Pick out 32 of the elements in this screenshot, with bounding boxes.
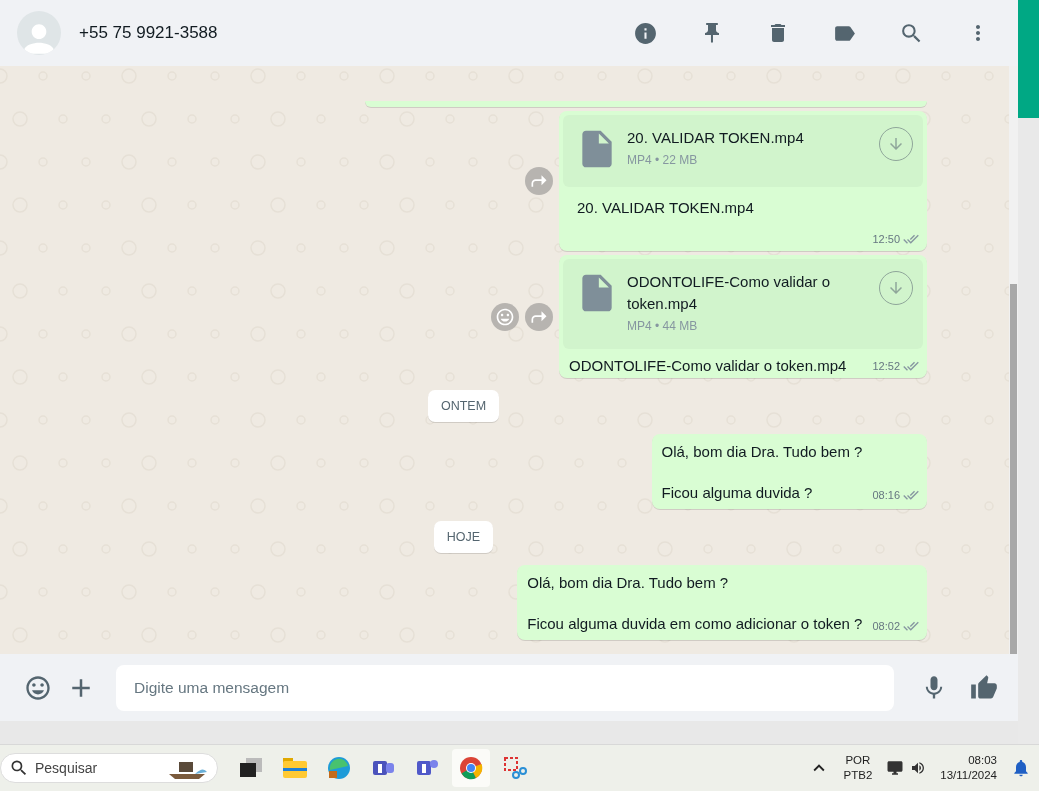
- file-meta: MP4 • 44 MB: [627, 319, 699, 334]
- monitor-icon[interactable]: [886, 759, 905, 778]
- file-meta: MP4 • 22 MB: [627, 153, 699, 168]
- clock-date[interactable]: 13/11/2024: [940, 768, 997, 784]
- contact-name: +55 75 9921-3588: [79, 23, 219, 43]
- message-time: 08:16: [872, 489, 900, 502]
- chrome-browser-icon[interactable]: [452, 749, 490, 788]
- file-name: 20. VALIDAR TOKEN.mp4: [627, 128, 805, 149]
- clock-time[interactable]: 08:03: [968, 753, 997, 769]
- scrollbar-thumb[interactable]: [1010, 284, 1017, 655]
- message-time: 12:52: [872, 360, 900, 373]
- language-indicator[interactable]: POR: [845, 753, 871, 769]
- taskbar-search-field[interactable]: Pesquisar: [0, 753, 218, 784]
- notification-bell-icon[interactable]: [1011, 758, 1031, 779]
- file-attachment-card[interactable]: ODONTOLIFE-Como validar o token.mp4 MP4 • 44 MB: [563, 259, 923, 350]
- message-text: Ficou alguma duvida ?: [661, 483, 814, 504]
- info-icon[interactable]: [633, 20, 658, 46]
- message-text: Olá, bom dia Dra. Tudo bem ?: [661, 442, 863, 463]
- thumbs-up-icon[interactable]: [970, 673, 998, 702]
- file-attachment-card[interactable]: 20. VALIDAR TOKEN.mp4 MP4 • 22 MB: [563, 115, 923, 188]
- message-time: 12:50: [872, 233, 900, 246]
- file-name: ODONTOLIFE-Como validar o token.mp4: [627, 272, 832, 315]
- message-input-field[interactable]: Digite uma mensagem: [116, 664, 894, 711]
- message-text: Olá, bom dia Dra. Tudo bem ?: [527, 573, 730, 594]
- smiley-icon: [495, 306, 515, 327]
- message-text: ODONTOLIFE-Como validar o token.mp4: [569, 357, 847, 375]
- emoji-icon[interactable]: [24, 673, 52, 702]
- message-text: Ficou alguma duvida em como adicionar o token ?: [527, 614, 863, 635]
- message-text: 20. VALIDAR TOKEN.mp4: [577, 199, 754, 217]
- speaker-icon[interactable]: [910, 760, 927, 777]
- keyboard-layout[interactable]: PTB2: [843, 768, 873, 784]
- message-time: 08:02: [872, 620, 900, 633]
